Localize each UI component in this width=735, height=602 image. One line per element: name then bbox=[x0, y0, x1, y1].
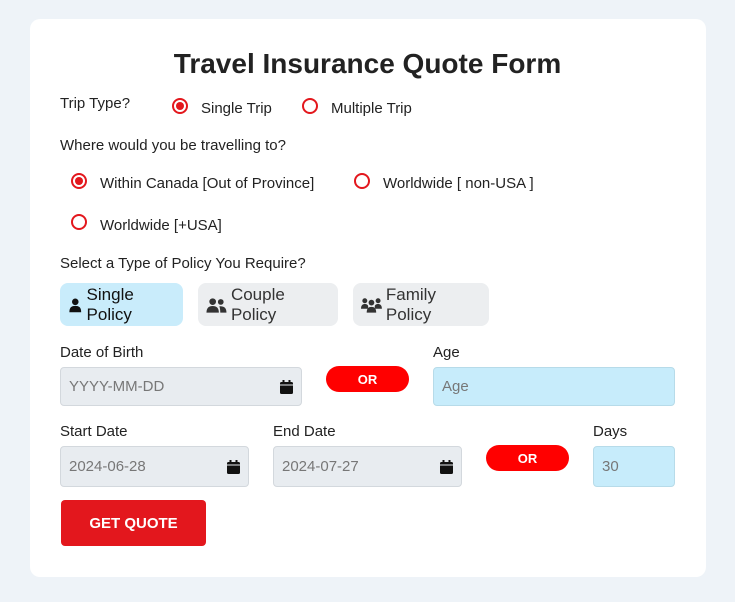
calendar-icon[interactable] bbox=[440, 459, 453, 474]
get-quote-button[interactable]: GET QUOTE bbox=[61, 500, 206, 546]
family-policy-button[interactable]: Family Policy bbox=[353, 283, 489, 326]
couple-policy-label: Couple Policy bbox=[230, 284, 285, 324]
radio-worldwide-non-usa[interactable] bbox=[354, 173, 370, 189]
couple-policy-button[interactable]: Couple Policy bbox=[198, 283, 338, 326]
days-label: Days bbox=[593, 423, 628, 440]
or-badge-days: OR bbox=[486, 445, 569, 471]
days-input[interactable]: 30 bbox=[593, 446, 675, 487]
multiple-trip-label[interactable]: Multiple Trip bbox=[331, 100, 412, 117]
age-label: Age bbox=[433, 344, 460, 361]
end-date-field[interactable]: 2024-07-27 bbox=[273, 446, 462, 487]
end-date-label: End Date bbox=[273, 423, 336, 440]
radio-single-trip[interactable] bbox=[172, 98, 188, 114]
users-icon bbox=[206, 297, 227, 313]
start-date-label: Start Date bbox=[60, 423, 128, 440]
radio-worldwide-usa[interactable] bbox=[71, 214, 87, 230]
age-placeholder: Age bbox=[442, 378, 469, 395]
single-policy-label: Single Policy bbox=[86, 284, 134, 324]
start-date-field[interactable]: 2024-06-28 bbox=[60, 446, 249, 487]
worldwide-usa-label[interactable]: Worldwide [+USA] bbox=[100, 217, 222, 234]
dob-label: Date of Birth bbox=[60, 344, 144, 361]
dob-field[interactable]: YYYY-MM-DD bbox=[60, 367, 302, 406]
start-date-value: 2024-06-28 bbox=[69, 458, 146, 475]
end-date-value: 2024-07-27 bbox=[282, 458, 359, 475]
policy-type-label: Select a Type of Policy You Require? bbox=[60, 255, 306, 272]
single-policy-button[interactable]: Single Policy bbox=[60, 283, 183, 326]
radio-within-canada[interactable] bbox=[71, 173, 87, 189]
user-icon bbox=[69, 298, 82, 312]
family-icon bbox=[361, 297, 382, 313]
calendar-icon[interactable] bbox=[227, 459, 240, 474]
trip-type-label: Trip Type? bbox=[60, 95, 131, 112]
destination-label: Where would you be travelling to? bbox=[60, 137, 286, 154]
calendar-icon[interactable] bbox=[280, 379, 293, 394]
dob-placeholder: YYYY-MM-DD bbox=[69, 378, 165, 395]
worldwide-non-usa-label[interactable]: Worldwide [ non-USA ] bbox=[383, 175, 534, 192]
radio-multiple-trip[interactable] bbox=[302, 98, 318, 114]
or-badge-age: OR bbox=[326, 366, 409, 392]
days-value: 30 bbox=[602, 458, 619, 475]
family-policy-label: Family Policy bbox=[385, 284, 436, 324]
age-input[interactable]: Age bbox=[433, 367, 675, 406]
single-trip-label[interactable]: Single Trip bbox=[201, 100, 272, 117]
form-title: Travel Insurance Quote Form bbox=[173, 48, 562, 79]
within-canada-label[interactable]: Within Canada [Out of Province] bbox=[100, 175, 314, 192]
